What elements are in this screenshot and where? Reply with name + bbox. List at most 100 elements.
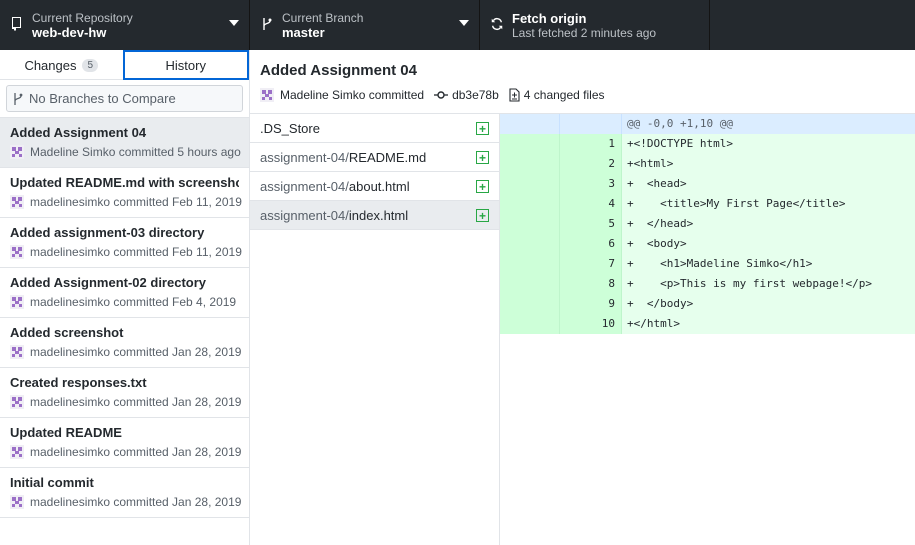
commit-title: Added Assignment 04: [10, 125, 147, 140]
commit-title: Initial commit: [10, 475, 94, 490]
file-added-icon: +: [476, 151, 489, 164]
compare-branches-button[interactable]: No Branches to Compare: [6, 85, 243, 112]
line-code: +<!DOCTYPE html>: [627, 137, 733, 150]
changes-count-badge: 5: [82, 58, 99, 72]
commit-author: Madeline Simko committed: [280, 88, 425, 102]
line-code: + </head>: [627, 217, 694, 230]
diff-view: @@ -0,0 +1,10 @@ 1 +<!DOCTYPE html> 2 +<ht…: [500, 114, 915, 334]
file-dir: assignment-04/: [260, 207, 349, 223]
line-number: 9: [560, 294, 622, 314]
diff-line[interactable]: 1 +<!DOCTYPE html>: [500, 134, 915, 154]
changed-files-count: 4 changed files: [523, 88, 605, 102]
line-code: + <body>: [627, 237, 687, 250]
line-number: 6: [560, 234, 622, 254]
file-name: index.html: [348, 207, 409, 223]
diff-line[interactable]: 10 +</html>: [500, 314, 915, 334]
history-sidebar: Changes 5 History No Branches to Compare…: [0, 50, 250, 545]
file-added-icon: +: [476, 180, 489, 193]
file-item[interactable]: .DS_Store +: [250, 114, 499, 143]
current-branch-button[interactable]: Current Branch master: [250, 0, 480, 50]
commit-summary: Added Assignment 04 Madeline Simko commi…: [250, 50, 915, 114]
diff-line[interactable]: 9 + </body>: [500, 294, 915, 314]
commit-meta: madelinesimko committed Jan 28, 2019: [30, 445, 242, 459]
line-number: 4: [560, 194, 622, 214]
compare-placeholder: No Branches to Compare: [29, 91, 176, 106]
repo-label: Current Repository: [32, 11, 133, 25]
file-name: README.md: [348, 149, 427, 165]
line-code: + <h1>Madeline Simko</h1>: [627, 257, 813, 270]
line-code: + <head>: [627, 177, 687, 190]
line-number: 10: [560, 314, 622, 334]
commit-title: Updated README: [10, 425, 122, 440]
file-item[interactable]: assignment-04/about.html +: [250, 172, 499, 201]
commit-item[interactable]: Created responses.txt madelinesimko comm…: [0, 368, 249, 418]
branch-icon: [14, 92, 23, 105]
commit-item[interactable]: Added Assignment 04 Madeline Simko commi…: [0, 118, 249, 168]
line-code: + <title>My First Page</title>: [627, 197, 846, 210]
line-number: 7: [560, 254, 622, 274]
commit-item[interactable]: Updated README madelinesimko committed J…: [0, 418, 249, 468]
commit-title: Created responses.txt: [10, 375, 147, 390]
avatar-icon: [10, 445, 24, 459]
commit-sha[interactable]: db3e78b: [452, 88, 499, 102]
fetch-origin-button[interactable]: Fetch origin Last fetched 2 minutes ago: [480, 0, 710, 50]
commit-meta: Madeline Simko committed 5 hours ago: [30, 145, 241, 159]
line-number: 3: [560, 174, 622, 194]
diff-line[interactable]: 5 + </head>: [500, 214, 915, 234]
repo-name: web-dev-hw: [32, 25, 107, 40]
toolbar: Current Repository web-dev-hw Current Br…: [0, 0, 915, 50]
diff-line[interactable]: 4 + <title>My First Page</title>: [500, 194, 915, 214]
diff-line[interactable]: 3 + <head>: [500, 174, 915, 194]
line-number: 1: [560, 134, 622, 154]
file-diff-icon: [509, 88, 520, 102]
line-number: 8: [560, 274, 622, 294]
file-item[interactable]: assignment-04/README.md +: [250, 143, 499, 172]
sync-icon: [491, 18, 503, 30]
commit-item[interactable]: Updated README.md with screenshot madeli…: [0, 168, 249, 218]
avatar-icon: [10, 495, 24, 509]
file-item[interactable]: assignment-04/index.html +: [250, 201, 499, 230]
avatar-icon: [10, 195, 24, 209]
file-dir: assignment-04/: [260, 149, 349, 165]
commit-item[interactable]: Initial commit madelinesimko committed J…: [0, 468, 249, 518]
file-dir: assignment-04/: [260, 178, 349, 194]
line-code: + <p>This is my first webpage!</p>: [627, 277, 873, 290]
branch-icon: [263, 18, 272, 30]
commit-item[interactable]: Added Assignment-02 directory madelinesi…: [0, 268, 249, 318]
tab-changes-label: Changes: [24, 57, 77, 73]
last-fetched-text: Last fetched 2 minutes ago: [512, 26, 657, 40]
changed-files-list: .DS_Store + assignment-04/README.md + as…: [250, 114, 500, 545]
avatar-icon: [10, 295, 24, 309]
file-added-icon: +: [476, 122, 489, 135]
commit-title: Added screenshot: [10, 325, 124, 340]
line-number: 2: [560, 154, 622, 174]
chevron-down-icon: [459, 20, 469, 26]
commit-title: Added assignment-03 directory: [10, 225, 205, 240]
commit-item[interactable]: Added screenshot madelinesimko committed…: [0, 318, 249, 368]
repo-icon: [12, 17, 21, 31]
avatar-icon: [10, 345, 24, 359]
file-added-icon: +: [476, 209, 489, 222]
diff-line[interactable]: 6 + <body>: [500, 234, 915, 254]
tab-bar: Changes 5 History: [0, 50, 249, 80]
commit-meta: madelinesimko committed Feb 11, 2019: [30, 245, 242, 259]
fetch-label: Fetch origin: [512, 11, 587, 26]
line-code: + </body>: [627, 297, 694, 310]
avatar-icon: [10, 395, 24, 409]
tab-history[interactable]: History: [122, 50, 249, 80]
commit-meta: madelinesimko committed Jan 28, 2019: [30, 395, 242, 409]
commit-item[interactable]: Added assignment-03 directory madelinesi…: [0, 218, 249, 268]
commit-meta: madelinesimko committed Feb 11, 2019: [30, 195, 242, 209]
file-name: .DS_Store: [260, 120, 320, 136]
current-repository-button[interactable]: Current Repository web-dev-hw: [0, 0, 250, 50]
diff-line[interactable]: 7 + <h1>Madeline Simko</h1>: [500, 254, 915, 274]
commit-meta: madelinesimko committed Feb 4, 2019: [30, 295, 237, 309]
tab-changes[interactable]: Changes 5: [0, 50, 123, 80]
commit-meta: madelinesimko committed Jan 28, 2019: [30, 495, 242, 509]
branch-label: Current Branch: [282, 11, 364, 25]
diff-line[interactable]: 8 + <p>This is my first webpage!</p>: [500, 274, 915, 294]
line-code: +</html>: [627, 317, 680, 330]
commit-summary-title: Added Assignment 04: [260, 62, 417, 79]
diff-line[interactable]: 2 +<html>: [500, 154, 915, 174]
commit-meta: madelinesimko committed Jan 28, 2019: [30, 345, 242, 359]
